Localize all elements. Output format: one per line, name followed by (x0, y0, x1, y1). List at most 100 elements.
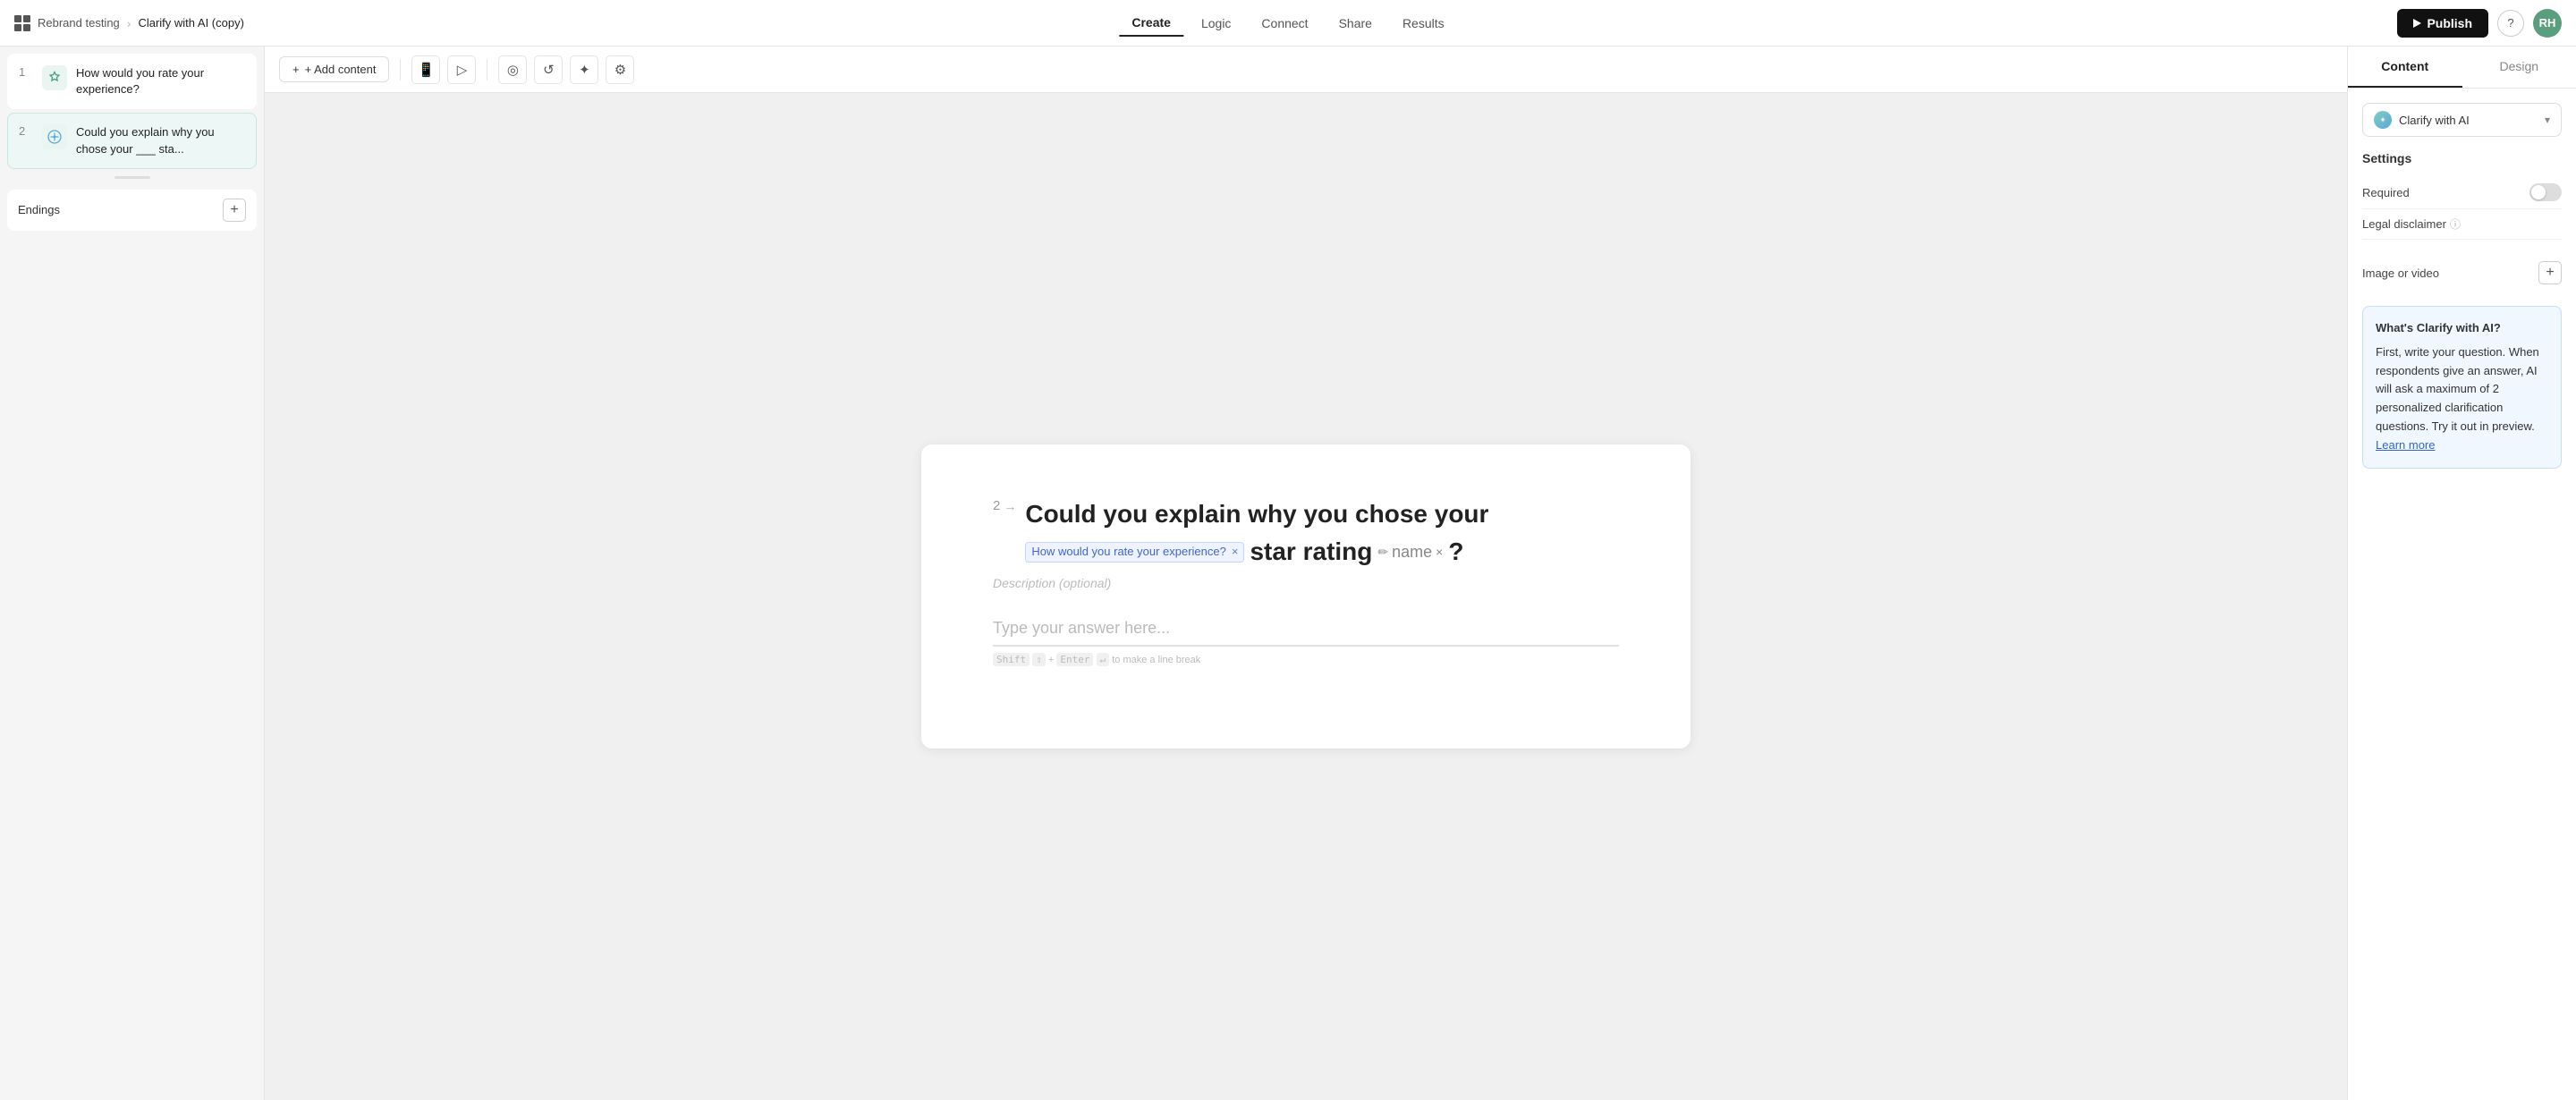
info-card-title: What's Clarify with AI? (2376, 319, 2548, 338)
mobile-icon: 📱 (418, 62, 435, 78)
canvas-toolbar: + + Add content 📱 ▷ ◎ ↺ ✦ ⚙ (265, 47, 2347, 93)
nav-separator: › (127, 16, 131, 30)
q-num-value: 2 (993, 498, 1000, 513)
shift-key: Shift (993, 653, 1030, 666)
sparkle-button[interactable]: ✦ (570, 55, 598, 84)
gear-icon: ⚙ (614, 62, 626, 78)
question-card: 2 → Could you explain why you chose your… (921, 444, 1690, 749)
nav-tabs: Create Logic Connect Share Results (1119, 10, 1456, 37)
play-icon: ▷ (457, 62, 468, 78)
question-mark: ? (1448, 536, 1463, 568)
main-layout: 1 How would you rate your experience? 2 … (0, 47, 2576, 1100)
tab-connect[interactable]: Connect (1249, 11, 1320, 36)
publish-button[interactable]: Publish (2397, 9, 2488, 38)
input-hint: Shift ⇧ + Enter ↵ Shift ⇧ + Enter ↵ to m… (993, 654, 1619, 665)
add-content-plus-icon: + (292, 63, 300, 76)
target-icon: ◎ (507, 62, 519, 78)
canvas: + + Add content 📱 ▷ ◎ ↺ ✦ ⚙ (265, 47, 2347, 1100)
return-key: ↵ (1097, 653, 1110, 666)
refresh-icon: ↺ (543, 62, 555, 78)
play-icon (2413, 19, 2421, 28)
tab-share[interactable]: Share (1326, 11, 1385, 36)
refresh-button[interactable]: ↺ (534, 55, 563, 84)
sidebar-item-1[interactable]: 1 How would you rate your experience? (7, 54, 257, 109)
sparkle-icon: ✦ (579, 62, 590, 78)
sidebar-item-1-text: How would you rate your experience? (76, 65, 245, 97)
chevron-down-icon: ▾ (2545, 114, 2550, 126)
info-icon: ⓘ (2450, 216, 2461, 232)
toolbar-separator-1 (400, 59, 401, 80)
sidebar: 1 How would you rate your experience? 2 … (0, 47, 265, 1100)
canvas-body: 2 → Could you explain why you chose your… (265, 93, 2347, 1100)
name-tag: ✏ name × (1377, 542, 1443, 563)
ai-sparkle-icon (47, 130, 62, 144)
top-nav: Rebrand testing › Clarify with AI (copy)… (0, 0, 2576, 47)
legal-disclaimer-label: Legal disclaimer ⓘ (2362, 216, 2461, 232)
add-content-button[interactable]: + + Add content (279, 56, 389, 82)
nav-right: Publish ? RH (2397, 9, 2562, 38)
name-tag-remove[interactable]: × (1436, 544, 1443, 560)
mobile-view-button[interactable]: 📱 (411, 55, 440, 84)
question-title: Could you explain why you chose your How… (1025, 498, 1619, 569)
required-toggle[interactable] (2529, 183, 2562, 201)
help-button[interactable]: ? (2497, 10, 2524, 37)
question-header: 2 → Could you explain why you chose your… (993, 498, 1619, 569)
right-panel-tabs: Content Design (2348, 47, 2576, 89)
question-text-prefix: Could you explain why you chose your (1025, 498, 1488, 530)
ai-type-dropdown[interactable]: ✦ Clarify with AI ▾ (2362, 103, 2562, 137)
image-video-add-button[interactable]: + (2538, 261, 2562, 284)
question-text-suffix: star rating (1250, 536, 1372, 568)
question-number: 2 → (993, 498, 1016, 513)
add-content-label: + Add content (305, 63, 377, 76)
tab-results[interactable]: Results (1390, 11, 1457, 36)
tab-create[interactable]: Create (1119, 10, 1183, 37)
nav-page-title[interactable]: Clarify with AI (copy) (138, 16, 243, 30)
tab-content[interactable]: Content (2348, 47, 2462, 88)
sidebar-item-2[interactable]: 2 Could you explain why you chose your _… (7, 113, 257, 168)
sidebar-divider (114, 176, 150, 179)
sidebar-item-2-num: 2 (19, 124, 33, 138)
edit-icon: ✏ (1377, 544, 1388, 560)
arrow-icon: → (1004, 499, 1016, 513)
plus-icon: + (230, 202, 238, 218)
answer-input[interactable] (993, 612, 1619, 647)
image-video-section: Image or video + (2362, 254, 2562, 292)
nav-brand[interactable]: Rebrand testing (38, 16, 120, 30)
sidebar-endings[interactable]: Endings + (7, 190, 257, 231)
publish-label: Publish (2427, 16, 2472, 30)
name-tag-text[interactable]: name (1392, 542, 1432, 563)
pill-remove-button[interactable]: × (1232, 545, 1239, 560)
plus-icon: + (2546, 265, 2554, 281)
toggle-knob (2531, 185, 2546, 199)
legal-disclaimer-row: Legal disclaimer ⓘ (2362, 209, 2562, 240)
right-panel: Content Design ✦ Clarify with AI ▾ Setti… (2347, 47, 2576, 1100)
grid-icon[interactable] (14, 15, 30, 31)
dropdown-label: Clarify with AI (2399, 114, 2470, 127)
ai-icon: ✦ (2374, 111, 2392, 129)
learn-more-link[interactable]: Learn more (2376, 438, 2435, 452)
settings-section: Settings Required Legal disclaimer ⓘ (2362, 151, 2562, 240)
avatar[interactable]: RH (2533, 9, 2562, 38)
info-card-body: First, write your question. When respond… (2376, 343, 2548, 455)
endings-label: Endings (18, 203, 60, 216)
sidebar-item-2-icon (42, 124, 67, 149)
target-button[interactable]: ◎ (498, 55, 527, 84)
required-label: Required (2362, 186, 2410, 199)
tab-design[interactable]: Design (2462, 47, 2576, 88)
sidebar-item-1-icon (42, 65, 67, 90)
tab-logic[interactable]: Logic (1189, 11, 1243, 36)
arrow-up-key: ⇧ (1032, 653, 1046, 666)
image-video-label: Image or video (2362, 267, 2439, 280)
settings-button[interactable]: ⚙ (606, 55, 634, 84)
help-icon: ? (2507, 16, 2513, 30)
pill-text: How would you rate your experience? (1031, 545, 1226, 560)
sidebar-item-2-text: Could you explain why you chose your ___… (76, 124, 245, 157)
sidebar-item-1-num: 1 (19, 65, 33, 79)
description-placeholder: Description (optional) (993, 576, 1111, 590)
right-panel-body: ✦ Clarify with AI ▾ Settings Required Le… (2348, 89, 2576, 483)
question-reference-pill[interactable]: How would you rate your experience? × (1025, 542, 1244, 563)
endings-add-button[interactable]: + (223, 199, 246, 222)
question-description[interactable]: Description (optional) (993, 576, 1619, 590)
star-icon (47, 71, 62, 85)
preview-button[interactable]: ▷ (447, 55, 476, 84)
